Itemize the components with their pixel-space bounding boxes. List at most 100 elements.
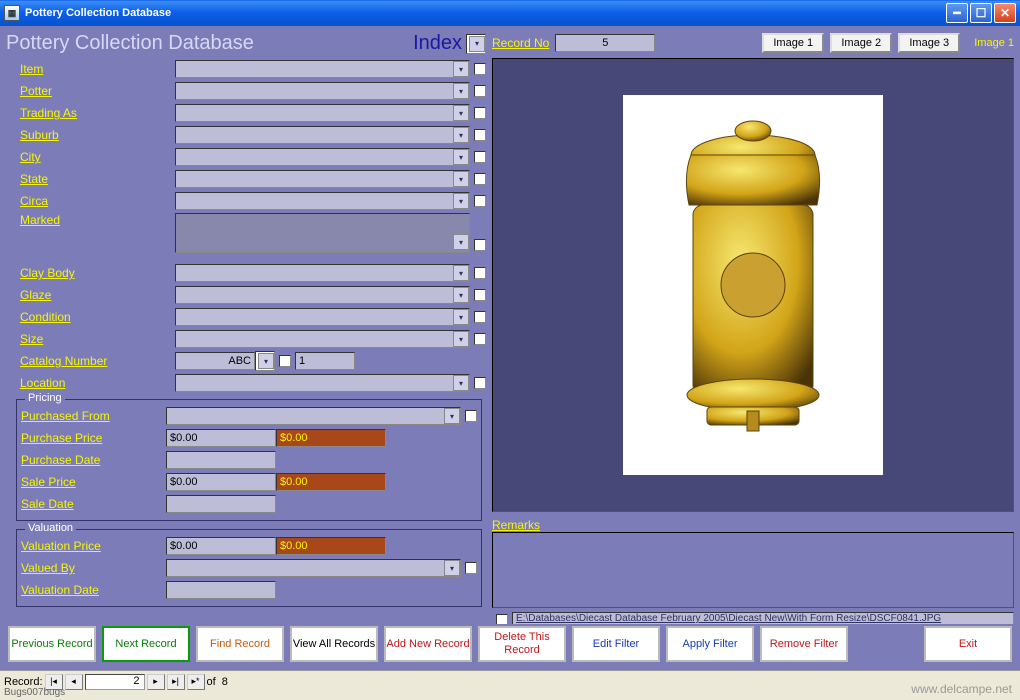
combo-condition[interactable]: ▾ — [175, 308, 470, 326]
label-saledate: Sale Date — [21, 497, 166, 511]
saledate[interactable] — [166, 495, 276, 513]
index-label: Index — [413, 32, 462, 55]
window-title: Pottery Collection Database — [25, 7, 171, 19]
label-valuationprice: Valuation Price — [21, 539, 166, 553]
check-claybody[interactable] — [474, 267, 486, 279]
check-potter[interactable] — [474, 85, 486, 97]
check-purchasedfrom[interactable] — [465, 410, 477, 422]
check-city[interactable] — [474, 151, 486, 163]
check-size[interactable] — [474, 333, 486, 345]
nav-of: of — [207, 676, 216, 688]
titlebar: ▦ Pottery Collection Database ━ ☐ ✕ — [0, 0, 1020, 26]
check-catalog[interactable] — [279, 355, 291, 367]
check-valuedby[interactable] — [465, 562, 477, 574]
valuationprice-a[interactable]: $0.00 — [166, 537, 276, 555]
view-all-records-button[interactable]: View All Records — [290, 626, 378, 662]
check-marked[interactable] — [474, 239, 486, 251]
image1-button[interactable]: Image 1 — [762, 33, 824, 53]
combo-tradingas[interactable]: ▾ — [175, 104, 470, 122]
check-condition[interactable] — [474, 311, 486, 323]
valuation-group: Valuation Valuation Price$0.00$0.00 Valu… — [16, 529, 482, 607]
check-glaze[interactable] — [474, 289, 486, 301]
minimize-button[interactable]: ━ — [946, 3, 968, 23]
find-record-button[interactable]: Find Record — [196, 626, 284, 662]
check-suburb[interactable] — [474, 129, 486, 141]
catalog-combo[interactable]: ▾ — [255, 351, 275, 371]
page-title: Pottery Collection Database — [6, 32, 254, 55]
close-button[interactable]: ✕ — [994, 3, 1016, 23]
nav-total: 8 — [222, 676, 228, 688]
catalog-prefix[interactable]: ABC — [175, 352, 255, 370]
edit-filter-button[interactable]: Edit Filter — [572, 626, 660, 662]
record-no-label: Record No — [492, 36, 549, 50]
check-location[interactable] — [474, 377, 486, 389]
watermark: www.delcampe.net — [911, 682, 1012, 696]
fields-block-2: Clay Body▾ Glaze▾ Condition▾ Size▾ Catal… — [20, 263, 486, 395]
nav-last-button[interactable]: ▸| — [167, 674, 185, 690]
combo-city[interactable]: ▾ — [175, 148, 470, 166]
saleprice-b[interactable]: $0.00 — [276, 473, 386, 491]
apply-filter-button[interactable]: Apply Filter — [666, 626, 754, 662]
app-icon: ▦ — [4, 5, 20, 21]
label-valuedby: Valued By — [21, 561, 166, 575]
nav-current-input[interactable]: 2 — [85, 674, 145, 690]
combo-suburb[interactable]: ▾ — [175, 126, 470, 144]
exit-button[interactable]: Exit — [924, 626, 1012, 662]
record-no-value[interactable]: 5 — [555, 34, 655, 52]
combo-valuedby[interactable]: ▾ — [166, 559, 461, 577]
combo-potter[interactable]: ▾ — [175, 82, 470, 100]
saleprice-a[interactable]: $0.00 — [166, 473, 276, 491]
pottery-urn-icon — [653, 115, 853, 455]
bottom-toolbar: Previous Record Next Record Find Record … — [6, 624, 1014, 664]
label-valuationdate: Valuation Date — [21, 583, 166, 597]
purchaseprice-a[interactable]: $0.00 — [166, 429, 276, 447]
nav-prev-button[interactable]: ◂ — [65, 674, 83, 690]
nav-next-button[interactable]: ▸ — [147, 674, 165, 690]
image3-button[interactable]: Image 3 — [898, 33, 960, 53]
left-panel: Pottery Collection Database Index ▾ Item… — [6, 32, 486, 628]
add-new-record-button[interactable]: Add New Record — [384, 626, 472, 662]
next-record-button[interactable]: Next Record — [102, 626, 190, 662]
valuation-title: Valuation — [25, 522, 76, 534]
record-label: Record: — [4, 676, 43, 688]
purchaseprice-b[interactable]: $0.00 — [276, 429, 386, 447]
label-marked: Marked — [20, 213, 175, 227]
app-body: Pottery Collection Database Index ▾ Item… — [0, 26, 1020, 670]
valuationdate[interactable] — [166, 581, 276, 599]
combo-state[interactable]: ▾ — [175, 170, 470, 188]
valuationprice-b[interactable]: $0.00 — [276, 537, 386, 555]
combo-size[interactable]: ▾ — [175, 330, 470, 348]
combo-claybody[interactable]: ▾ — [175, 264, 470, 282]
previous-record-button[interactable]: Previous Record — [8, 626, 96, 662]
nav-new-button[interactable]: ▸* — [187, 674, 205, 690]
remarks-textarea[interactable] — [492, 532, 1014, 608]
combo-purchasedfrom[interactable]: ▾ — [166, 407, 461, 425]
remove-filter-button[interactable]: Remove Filter — [760, 626, 848, 662]
purchasedate[interactable] — [166, 451, 276, 469]
label-potter: Potter — [20, 84, 175, 98]
label-purchasedate: Purchase Date — [21, 453, 166, 467]
check-circa[interactable] — [474, 195, 486, 207]
label-item: Item — [20, 62, 175, 76]
label-claybody: Clay Body — [20, 266, 175, 280]
check-tradingas[interactable] — [474, 107, 486, 119]
image2-button[interactable]: Image 2 — [830, 33, 892, 53]
maximize-button[interactable]: ☐ — [970, 3, 992, 23]
label-saleprice: Sale Price — [21, 475, 166, 489]
combo-circa[interactable]: ▾ — [175, 192, 470, 210]
label-condition: Condition — [20, 310, 175, 324]
label-state: State — [20, 172, 175, 186]
label-location: Location — [20, 376, 175, 390]
combo-marked[interactable]: ▾ — [175, 213, 470, 253]
delete-record-button[interactable]: Delete This Record — [478, 626, 566, 662]
label-size: Size — [20, 332, 175, 346]
label-city: City — [20, 150, 175, 164]
catalog-number[interactable]: 1 — [295, 352, 355, 370]
combo-glaze[interactable]: ▾ — [175, 286, 470, 304]
check-item[interactable] — [474, 63, 486, 75]
combo-location[interactable]: ▾ — [175, 374, 470, 392]
combo-item[interactable]: ▾ — [175, 60, 470, 78]
chevron-down-icon: ▾ — [469, 36, 485, 52]
index-combo[interactable]: ▾ — [466, 34, 486, 54]
check-state[interactable] — [474, 173, 486, 185]
